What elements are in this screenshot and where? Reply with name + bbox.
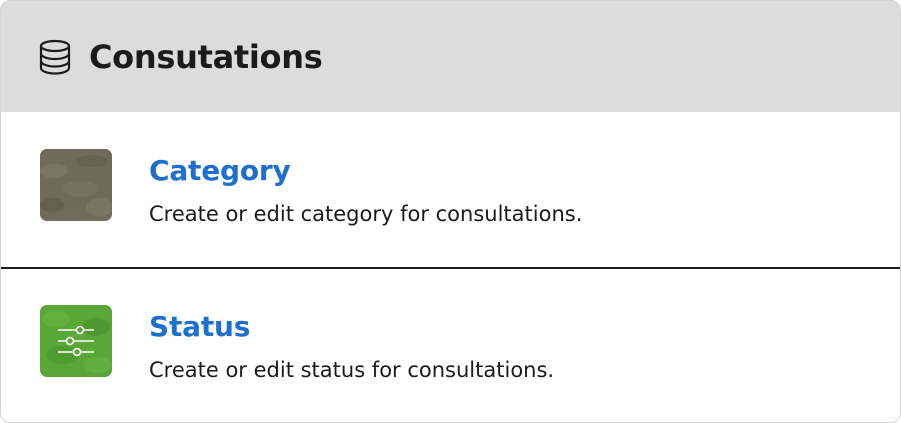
category-thumbnail — [40, 149, 112, 221]
list-item-category[interactable]: Category Create or edit category for con… — [1, 112, 900, 267]
category-link[interactable]: Category — [149, 154, 291, 187]
consultations-panel: Consutations Category Create or edit cat… — [0, 0, 901, 423]
status-link[interactable]: Status — [149, 310, 250, 343]
database-icon — [38, 39, 72, 75]
status-description: Create or edit status for consultations. — [149, 358, 555, 382]
category-description: Create or edit category for consultation… — [149, 202, 583, 226]
panel-header: Consutations — [1, 1, 900, 112]
page-title: Consutations — [89, 37, 323, 76]
sliders-icon — [40, 305, 112, 377]
list-item-status[interactable]: Status Create or edit status for consult… — [1, 268, 900, 422]
